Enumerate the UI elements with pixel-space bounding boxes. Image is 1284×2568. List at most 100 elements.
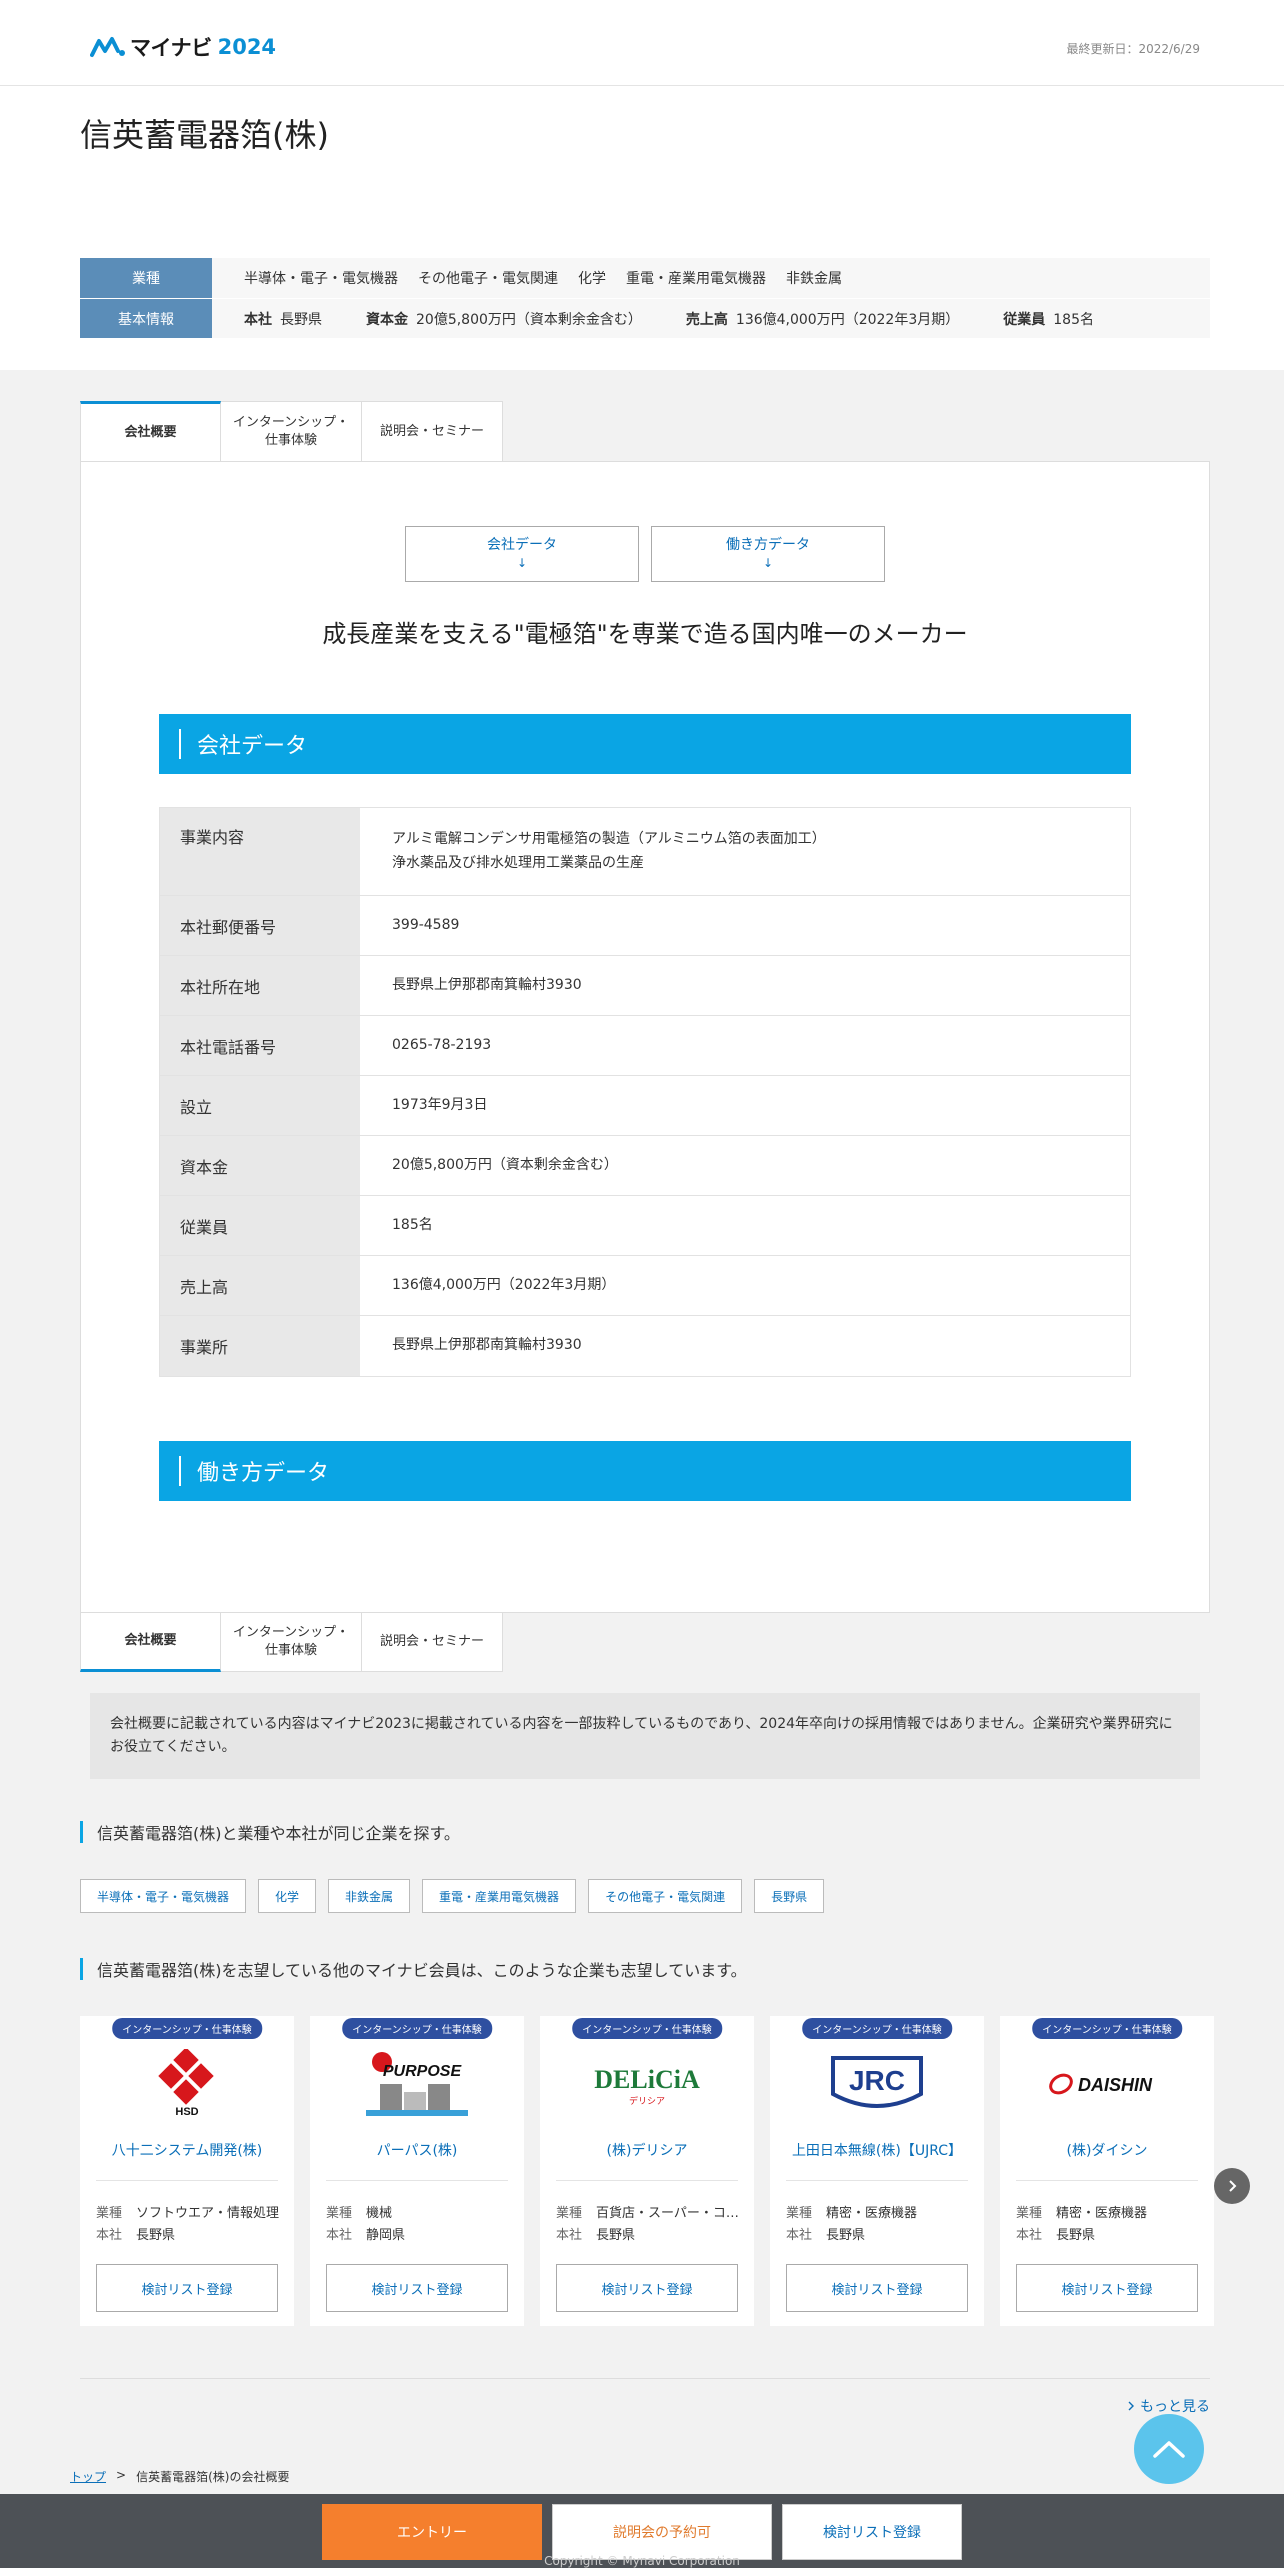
tab-bar-top: 会社概要 インターンシップ・ 仕事体験 説明会・セミナー: [80, 401, 503, 461]
row-value: アルミ電解コンデンサ用電極箔の製造（アルミニウム箔の表面加工） 浄水薬品及び排水…: [360, 808, 1130, 895]
card-industry: 業種 精密・医療機器: [1016, 2202, 1202, 2221]
table-row: 本社所在地 長野県上伊那郡南箕輪村3930: [160, 956, 1130, 1016]
tab-seminar[interactable]: 説明会・セミナー: [362, 401, 503, 461]
purpose-logo-icon: PURPOSE: [366, 2052, 468, 2116]
row-value: 399-4589: [360, 896, 1130, 955]
basic-info-label: 基本情報: [80, 299, 212, 338]
industry-item: その他電子・電気関連: [418, 271, 558, 287]
breadcrumb-top-link[interactable]: トップ: [70, 2468, 106, 2485]
register-list-button[interactable]: 検討リスト登録: [1016, 2264, 1198, 2312]
register-list-button[interactable]: 検討リスト登録: [326, 2264, 508, 2312]
industry-values: 半導体・電子・電気機器 その他電子・電気関連 化学 重電・産業用電気機器 非鉄金…: [212, 258, 842, 298]
footer-action-bar: エントリー 説明会の予約可 検討リスト登録 Copyright © Mynavi…: [0, 2494, 1284, 2568]
card-company-name[interactable]: (株)デリシア: [556, 2140, 738, 2160]
jump-company-data-button[interactable]: 会社データ ↓: [405, 526, 639, 582]
seminar-reserve-button[interactable]: 説明会の予約可: [552, 2504, 772, 2560]
capital-pair: 資本金 20億5,800万円（資本剰余金含む）: [366, 309, 642, 329]
mynavi-logo[interactable]: マイナビ 2024: [90, 32, 276, 62]
section-work-title: 働き方データ: [197, 1461, 330, 1486]
basic-info-row: 基本情報 本社 長野県 資本金 20億5,800万円（資本剰余金含む） 売上高 136…: [80, 298, 1210, 338]
hq-key: 本社: [244, 311, 272, 328]
row-value-line: 0265-78-2193: [392, 1036, 492, 1053]
card-company-name[interactable]: パーパス(株): [326, 2140, 508, 2160]
delicia-logo: DELiCiA デリシア: [540, 2046, 754, 2122]
row-value-line: 399-4589: [392, 916, 460, 933]
tag-link[interactable]: 長野県: [754, 1879, 825, 1913]
register-list-button[interactable]: 検討リスト登録: [786, 2264, 968, 2312]
tag-link[interactable]: その他電子・電気関連: [588, 1879, 743, 1913]
tab-seminar[interactable]: 説明会・セミナー: [362, 1612, 503, 1672]
delicia-logo-text: DELiCiA: [594, 2065, 700, 2094]
table-row: 事業所 長野県上伊那郡南箕輪村3930: [160, 1316, 1130, 1376]
copyright: Copyright © Mynavi Corporation: [544, 2554, 740, 2568]
tag-link[interactable]: 半導体・電子・電気機器: [80, 1879, 247, 1913]
tab-company-overview[interactable]: 会社概要: [80, 401, 221, 461]
company-card[interactable]: インターンシップ・仕事体験 JRC 上田日本無線(株)【UJRC】 業種 精密・医…: [770, 2016, 984, 2326]
meta-key: 業種: [96, 2206, 123, 2221]
card-hq: 本社 長野県: [786, 2224, 972, 2243]
tag-link[interactable]: 化学: [258, 1879, 317, 1913]
meta-value: 長野県: [1056, 2228, 1096, 2243]
row-label: 事業内容: [160, 808, 360, 895]
register-list-button[interactable]: 検討リスト登録: [96, 2264, 278, 2312]
meta-key: 業種: [556, 2206, 583, 2221]
others-title: 信英蓄電器箔(株)を志望している他のマイナビ会員は、このような企業も志望していま…: [80, 1958, 747, 1980]
row-label: 資本金: [160, 1136, 360, 1195]
catchcopy: 成長産業を支える"電極箔"を専業で造る国内唯一のメーカー: [322, 620, 968, 648]
tab-internship[interactable]: インターンシップ・ 仕事体験: [221, 401, 362, 461]
internship-badge: インターンシップ・仕事体験: [802, 2018, 952, 2039]
main-panel: 会社データ ↓ 働き方データ ↓ 成長産業を支える"電極箔"を専業で造る国内唯一…: [80, 461, 1210, 1613]
row-value: 1973年9月3日: [360, 1076, 1130, 1135]
tab-internship[interactable]: インターンシップ・ 仕事体験: [221, 1612, 362, 1672]
internship-badge: インターンシップ・仕事体験: [572, 2018, 722, 2039]
company-card[interactable]: インターンシップ・仕事体験 DAISHIN (株)ダイシン 業種 精密・医療機器 …: [1000, 2016, 1214, 2326]
meta-value: 長野県: [826, 2228, 866, 2243]
employees-key: 従業員: [1003, 311, 1046, 328]
row-value-line: 長野県上伊那郡南箕輪村3930: [392, 1337, 582, 1354]
section-bar: [179, 729, 181, 759]
meta-key: 本社: [556, 2228, 583, 2243]
jump-buttons: 会社データ ↓ 働き方データ ↓: [405, 526, 885, 582]
meta-value: 百貨店・スーパー・コンビニ: [596, 2206, 742, 2221]
section-company-title: 会社データ: [197, 734, 308, 759]
table-row: 資本金 20億5,800万円（資本剰余金含む）: [160, 1136, 1130, 1196]
meta-key: 本社: [1016, 2228, 1043, 2243]
tag-link[interactable]: 非鉄金属: [328, 1879, 411, 1913]
jrc-logo-text: JRC: [849, 2065, 905, 2096]
capital-key: 資本金: [366, 311, 408, 328]
industry-label: 業種: [80, 258, 212, 298]
register-list-footer-button[interactable]: 検討リスト登録: [782, 2504, 962, 2560]
scroll-to-top-button[interactable]: [1134, 2414, 1204, 2484]
carousel-next-button[interactable]: [1214, 2168, 1250, 2204]
card-separator: [326, 2180, 508, 2181]
see-more-label: もっと見る: [1140, 2399, 1210, 2415]
tab-company-overview[interactable]: 会社概要: [80, 1612, 221, 1672]
row-value-line: 1973年9月3日: [392, 1096, 488, 1113]
jump-work-data-button[interactable]: 働き方データ ↓: [651, 526, 885, 582]
meta-value: 機械: [366, 2206, 393, 2221]
company-card[interactable]: インターンシップ・仕事体験 PURPOSE パーパス(株) 業種 機械 本社 静岡県…: [310, 2016, 524, 2326]
company-card[interactable]: インターンシップ・仕事体験 DELiCiA デリシア (株)デリシア 業種 百貨店…: [540, 2016, 754, 2326]
meta-key: 本社: [786, 2228, 813, 2243]
meta-value: 静岡県: [366, 2228, 406, 2243]
tab-bar-bottom: 会社概要 インターンシップ・ 仕事体験 説明会・セミナー: [80, 1612, 503, 1672]
card-separator: [786, 2180, 968, 2181]
table-row: 設立 1973年9月3日: [160, 1076, 1130, 1136]
meta-key: 業種: [1016, 2206, 1043, 2221]
jrc-logo: JRC: [770, 2046, 984, 2122]
card-company-name[interactable]: 上田日本無線(株)【UJRC】: [786, 2140, 968, 2160]
card-company-name[interactable]: (株)ダイシン: [1016, 2140, 1198, 2160]
tag-link[interactable]: 重電・産業用電気機器: [422, 1879, 577, 1913]
see-more-link[interactable]: もっと見る: [1126, 2396, 1210, 2416]
entry-button[interactable]: エントリー: [322, 2504, 542, 2560]
row-value-line: 長野県上伊那郡南箕輪村3930: [392, 976, 582, 993]
card-company-name[interactable]: 八十二システム開発(株): [96, 2140, 278, 2160]
industry-item: 化学: [578, 271, 606, 287]
meta-value: 精密・医療機器: [826, 2206, 918, 2221]
card-industry: 業種 ソフトウエア・情報処理: [96, 2202, 282, 2221]
company-card[interactable]: インターンシップ・仕事体験 HSD 八十二システム開発(株) 業種 ソフトウエア・…: [80, 2016, 294, 2326]
section-company-data: 会社データ: [159, 714, 1131, 774]
arrow-down-icon: ↓: [762, 556, 774, 571]
register-list-button[interactable]: 検討リスト登録: [556, 2264, 738, 2312]
row-label: 本社郵便番号: [160, 896, 360, 955]
